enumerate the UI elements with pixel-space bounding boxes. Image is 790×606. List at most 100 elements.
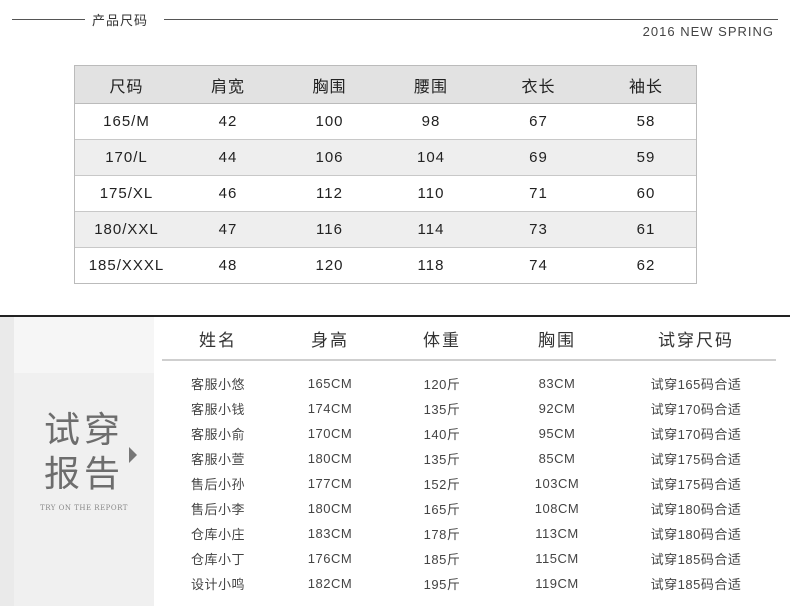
table-cell: 试穿170码合适 [650, 402, 742, 417]
table-cell: 180CM [307, 451, 353, 466]
table-cell: 135斤 [423, 452, 461, 467]
table-row: 165/M 42 100 98 67 58 [75, 104, 696, 140]
table-cell: 98 [421, 113, 441, 130]
table-cell: 116 [316, 221, 343, 238]
table-row: 仓库小丁 176CM 185斤 115CM 试穿185码合适 [162, 546, 776, 571]
table-cell: 74 [529, 257, 548, 274]
table-cell: 178斤 [423, 527, 461, 542]
header-shoulder: 肩宽 [210, 76, 245, 96]
table-cell: 183CM [307, 526, 353, 541]
table-cell: 71 [529, 185, 548, 202]
table-cell: 165/M [103, 113, 150, 130]
table-cell: 119CM [535, 576, 579, 591]
header-height: 身高 [311, 330, 349, 351]
table-cell: 客服小钱 [190, 402, 245, 417]
report-table-body: 客服小悠 165CM 120斤 83CM 试穿165码合适 客服小钱 174CM… [162, 371, 776, 596]
table-cell: 67 [529, 113, 548, 130]
table-cell: 83CM [538, 376, 576, 391]
table-cell: 110 [417, 185, 445, 202]
table-cell: 106 [315, 149, 344, 166]
table-cell: 试穿180码合适 [650, 527, 742, 542]
table-cell: 47 [218, 221, 238, 238]
table-cell: 185斤 [423, 552, 461, 567]
table-cell: 100 [315, 113, 344, 130]
section-title: 产品尺码 [92, 14, 149, 29]
table-row: 售后小李 180CM 165斤 108CM 试穿180码合适 [162, 496, 776, 521]
table-row: 客服小俞 170CM 140斤 95CM 试穿170码合适 [162, 421, 776, 446]
report-panel: 试穿 报告 TRY ON THE REPORT 姓名 身高 体重 胸围 试穿尺码… [14, 317, 790, 606]
table-cell: 175/XL [99, 185, 154, 202]
header-weight: 体重 [423, 330, 461, 351]
header-divider-left [12, 19, 85, 20]
table-cell: 试穿175码合适 [650, 477, 742, 492]
table-cell: 42 [218, 113, 238, 130]
table-cell: 58 [636, 113, 656, 130]
table-cell: 仓库小丁 [190, 552, 245, 567]
report-subtitle: TRY ON THE REPORT [40, 504, 128, 512]
table-cell: 试穿185码合适 [650, 552, 742, 567]
report-table-header: 姓名 身高 体重 胸围 试穿尺码 [162, 317, 776, 361]
table-cell: 114 [417, 221, 445, 238]
side-header-block [14, 317, 154, 373]
table-cell: 112 [316, 185, 343, 202]
table-row: 170/L 44 106 104 69 59 [75, 140, 696, 176]
table-cell: 165斤 [423, 502, 461, 517]
table-cell: 95CM [538, 426, 576, 441]
table-row: 客服小萱 180CM 135斤 85CM 试穿175码合适 [162, 446, 776, 471]
table-cell: 177CM [307, 476, 353, 491]
table-cell: 62 [636, 257, 656, 274]
arrow-right-icon [129, 447, 137, 463]
table-cell: 120斤 [423, 377, 461, 392]
try-on-report-section: 试穿 报告 TRY ON THE REPORT 姓名 身高 体重 胸围 试穿尺码… [0, 317, 790, 606]
table-row: 售后小孙 177CM 152斤 103CM 试穿175码合适 [162, 471, 776, 496]
table-cell: 180/XXL [94, 221, 159, 238]
table-cell: 195斤 [423, 577, 461, 592]
table-cell: 61 [636, 221, 656, 238]
table-cell: 152斤 [423, 477, 461, 492]
header-divider-right [164, 19, 778, 20]
table-cell: 85CM [538, 451, 576, 466]
table-cell: 115CM [535, 551, 579, 566]
size-table-header: 尺码 肩宽 胸围 腰围 衣长 袖长 [75, 66, 696, 104]
table-cell: 170/L [105, 149, 148, 166]
table-cell: 108CM [534, 501, 580, 516]
table-cell: 59 [636, 149, 656, 166]
table-cell: 设计小鸣 [190, 577, 245, 592]
size-section: 产品尺码 2016 NEW SPRING 尺码 肩宽 胸围 腰围 衣长 袖长 1… [0, 0, 790, 315]
table-cell: 客服小俞 [190, 427, 245, 442]
table-cell: 69 [529, 149, 548, 166]
table-cell: 48 [218, 257, 238, 274]
table-cell: 试穿175码合适 [650, 452, 742, 467]
table-row: 185/XXXL 48 120 118 74 62 [75, 248, 696, 283]
report-title: 试穿 报告 [44, 409, 124, 497]
table-cell: 仓库小庄 [190, 527, 245, 542]
table-cell: 客服小萱 [190, 452, 245, 467]
header-sleeve: 袖长 [628, 76, 663, 96]
table-row: 设计小鸣 182CM 195斤 119CM 试穿185码合适 [162, 571, 776, 596]
table-cell: 92CM [538, 401, 576, 416]
table-cell: 113CM [535, 526, 579, 541]
table-cell: 售后小李 [190, 502, 245, 517]
header-trial-size: 试穿尺码 [658, 330, 734, 351]
table-cell: 170CM [307, 426, 353, 441]
report-title-line1: 试穿 [44, 410, 125, 451]
table-cell: 118 [417, 257, 445, 274]
table-row: 180/XXL 47 116 114 73 61 [75, 212, 696, 248]
table-cell: 客服小悠 [190, 377, 245, 392]
season-tag: 2016 NEW SPRING [642, 24, 774, 39]
size-table: 尺码 肩宽 胸围 腰围 衣长 袖长 165/M 42 100 98 67 58 … [74, 65, 697, 284]
table-cell: 试穿170码合适 [650, 427, 742, 442]
table-cell: 135斤 [423, 402, 461, 417]
header-chest: 胸围 [538, 330, 576, 351]
table-cell: 46 [218, 185, 238, 202]
table-cell: 174CM [307, 401, 353, 416]
table-cell: 试穿185码合适 [650, 577, 742, 592]
table-cell: 售后小孙 [190, 477, 245, 492]
table-cell: 73 [529, 221, 548, 238]
table-row: 仓库小庄 183CM 178斤 113CM 试穿180码合适 [162, 521, 776, 546]
table-row: 175/XL 46 112 110 71 60 [75, 176, 696, 212]
table-cell: 120 [315, 257, 344, 274]
table-cell: 182CM [307, 576, 353, 591]
table-cell: 176CM [307, 551, 353, 566]
header-name: 姓名 [199, 330, 237, 351]
